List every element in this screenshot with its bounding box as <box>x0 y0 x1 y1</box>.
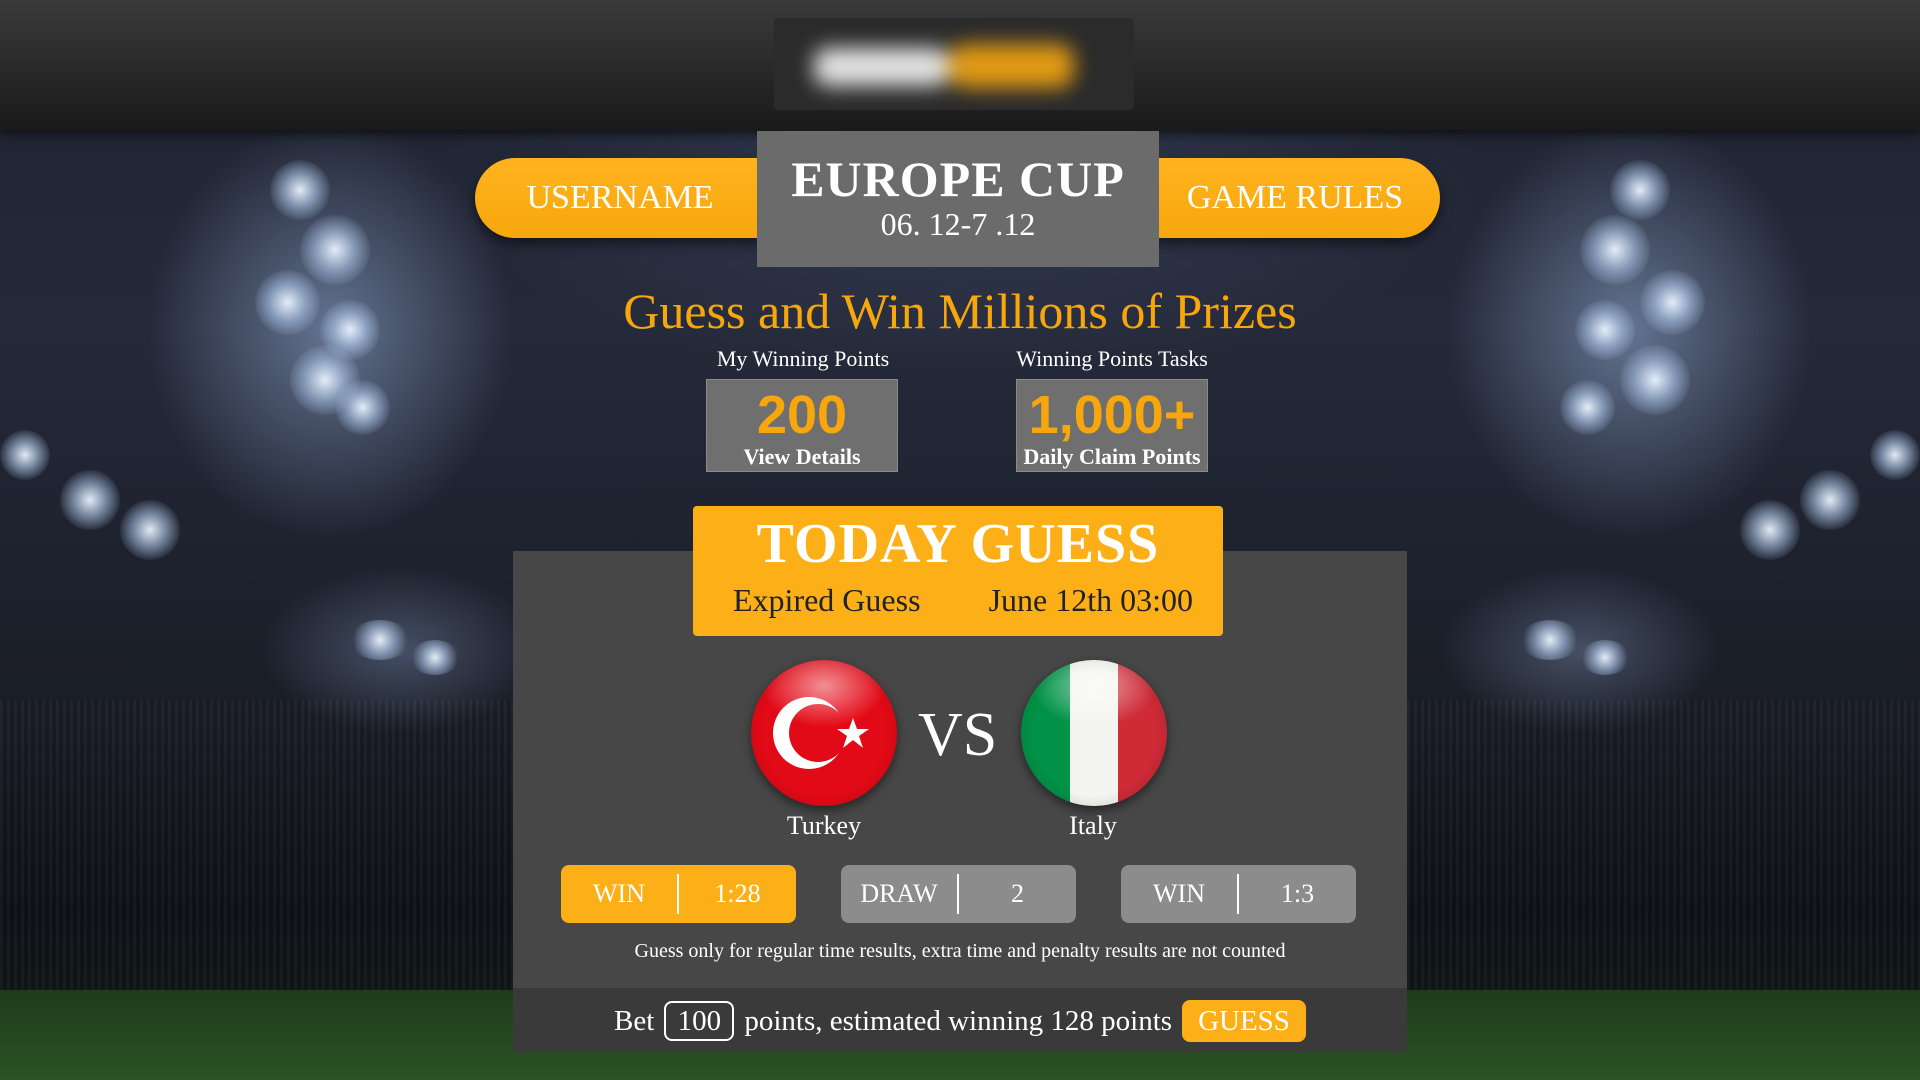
view-details-link[interactable]: View Details <box>707 444 897 470</box>
guess-status: Expired Guess <box>733 581 921 618</box>
odd-away-win-button[interactable]: WIN 1:3 <box>1121 865 1356 923</box>
turkey-flag-icon <box>751 660 897 806</box>
guess-button[interactable]: GUESS <box>1182 1000 1306 1042</box>
username-button[interactable]: USERNAME <box>475 158 765 238</box>
odd-label: DRAW <box>841 874 959 914</box>
bet-suffix: points, estimated winning 128 points <box>744 1004 1173 1037</box>
odd-label: WIN <box>1121 874 1239 914</box>
tasks-points-label: Winning Points Tasks <box>1016 346 1208 371</box>
bet-amount-input[interactable] <box>664 1001 735 1041</box>
game-rules-label: GAME RULES <box>1186 179 1404 216</box>
odd-home-win-button[interactable]: WIN 1:28 <box>561 865 796 923</box>
rules-note: Guess only for regular time results, ext… <box>634 940 1286 962</box>
my-points-value: 200 <box>756 385 848 445</box>
away-team-name: Italy <box>1069 811 1117 840</box>
bet-row: Bet points, estimated winning 128 points… <box>513 998 1407 1044</box>
my-points-label: My Winning Points <box>716 346 890 371</box>
match-time: June 12th 03:00 <box>988 581 1193 618</box>
odd-draw-button[interactable]: DRAW 2 <box>841 865 1076 923</box>
username-label: USERNAME <box>526 179 714 216</box>
game-rules-button[interactable]: GAME RULES <box>1150 158 1440 238</box>
tasks-points-card[interactable]: 1,000+ Daily Claim Points <box>1016 379 1208 472</box>
odd-value: 1:28 <box>714 879 761 908</box>
page-headline: Guess and Win Millions of Prizes <box>623 283 1297 339</box>
odd-label: WIN <box>561 874 679 914</box>
top-bar <box>0 0 1920 130</box>
home-team-name: Turkey <box>786 811 862 840</box>
odd-value: 1:3 <box>1280 879 1315 908</box>
event-title-box: EUROPE CUP 06. 12-7 .12 <box>757 131 1159 267</box>
tasks-points-value: 1,000+ <box>1028 385 1196 445</box>
bet-prefix: Bet <box>614 1004 655 1037</box>
versus-label: VS <box>918 701 998 769</box>
event-dates: 06. 12-7 .12 <box>880 206 1036 242</box>
italy-flag-icon <box>1021 660 1167 806</box>
odd-value: 2 <box>1011 879 1024 908</box>
daily-claim-link[interactable]: Daily Claim Points <box>1017 444 1207 470</box>
today-guess-title: TODAY GUESS <box>756 513 1160 575</box>
event-title: EUROPE CUP <box>791 151 1125 207</box>
brand-logo <box>774 18 1134 110</box>
today-guess-header: TODAY GUESS Expired Guess June 12th 03:0… <box>693 506 1223 636</box>
my-points-card[interactable]: 200 View Details <box>706 379 898 472</box>
